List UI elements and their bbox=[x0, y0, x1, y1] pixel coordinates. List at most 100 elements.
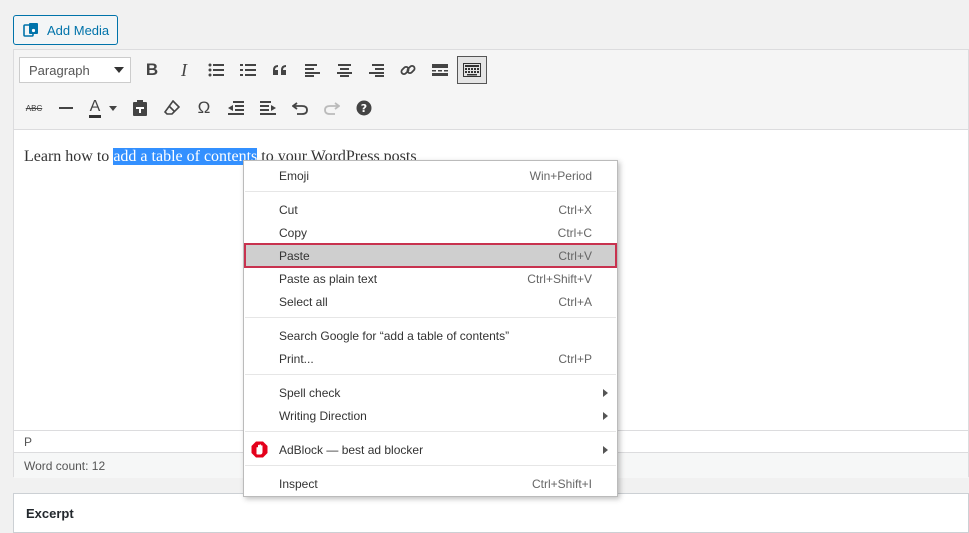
format-select[interactable]: Paragraph bbox=[19, 57, 131, 83]
undo-button[interactable] bbox=[285, 94, 315, 122]
strikethrough-button[interactable]: ABC bbox=[19, 94, 49, 122]
menu-item-label: Emoji bbox=[279, 168, 310, 183]
italic-button[interactable]: I bbox=[169, 56, 199, 84]
indent-button[interactable] bbox=[253, 94, 283, 122]
menu-item-search-google[interactable]: Search Google for “add a table of conten… bbox=[244, 324, 617, 347]
menu-item-label: Paste as plain text bbox=[279, 271, 378, 286]
clear-formatting-button[interactable] bbox=[157, 94, 187, 122]
help-icon: ? bbox=[356, 100, 372, 116]
horizontal-line-icon bbox=[59, 107, 73, 109]
italic-icon: I bbox=[181, 59, 187, 80]
menu-separator bbox=[245, 465, 616, 466]
menu-item-shortcut: Ctrl+Shift+V bbox=[527, 271, 592, 286]
keyboard-icon bbox=[463, 63, 481, 77]
numbered-list-button[interactable] bbox=[233, 56, 263, 84]
format-select-value: Paragraph bbox=[29, 62, 90, 78]
link-button[interactable] bbox=[393, 56, 423, 84]
paste-as-text-button[interactable] bbox=[125, 94, 155, 122]
toolbar-row-1: Paragraph B I bbox=[19, 56, 489, 84]
submenu-arrow-icon bbox=[603, 389, 608, 397]
bullet-list-icon bbox=[208, 63, 224, 77]
blockquote-button[interactable] bbox=[265, 56, 295, 84]
read-more-button[interactable] bbox=[425, 56, 455, 84]
svg-text:?: ? bbox=[361, 102, 367, 115]
menu-item-adblock[interactable]: AdBlock — best ad blocker bbox=[244, 438, 617, 461]
chevron-down-icon bbox=[109, 105, 118, 111]
menu-item-label: Copy bbox=[279, 225, 308, 240]
menu-item-inspect[interactable]: Inspect Ctrl+Shift+I bbox=[244, 472, 617, 495]
menu-item-shortcut: Ctrl+X bbox=[558, 202, 592, 217]
menu-item-label: Writing Direction bbox=[279, 408, 367, 423]
strikethrough-icon: ABC bbox=[25, 103, 43, 113]
align-left-button[interactable] bbox=[297, 56, 327, 84]
outdent-button[interactable] bbox=[221, 94, 251, 122]
bullet-list-button[interactable] bbox=[201, 56, 231, 84]
menu-item-select-all[interactable]: Select all Ctrl+A bbox=[244, 290, 617, 313]
clear-formatting-icon bbox=[164, 100, 180, 115]
text-color-button[interactable]: A bbox=[83, 94, 123, 122]
menu-item-label: Paste bbox=[279, 248, 310, 263]
menu-item-label: Cut bbox=[279, 202, 298, 217]
menu-item-label: Print... bbox=[279, 351, 314, 366]
menu-separator bbox=[245, 374, 616, 375]
menu-separator bbox=[245, 317, 616, 318]
redo-icon bbox=[324, 102, 340, 115]
redo-button[interactable] bbox=[317, 94, 347, 122]
special-character-icon: Ω bbox=[197, 98, 211, 117]
menu-item-label: Spell check bbox=[279, 385, 341, 400]
align-center-button[interactable] bbox=[329, 56, 359, 84]
horizontal-line-button[interactable] bbox=[51, 94, 81, 122]
align-center-icon bbox=[336, 63, 352, 77]
menu-separator bbox=[245, 431, 616, 432]
excerpt-box: Excerpt bbox=[13, 493, 969, 533]
indent-icon bbox=[260, 101, 276, 115]
menu-item-copy[interactable]: Copy Ctrl+C bbox=[244, 221, 617, 244]
add-media-button[interactable]: Add Media bbox=[13, 15, 118, 45]
menu-item-spell-check[interactable]: Spell check bbox=[244, 381, 617, 404]
adblock-icon bbox=[251, 441, 268, 458]
undo-icon bbox=[292, 102, 308, 115]
context-menu: Emoji Win+Period Cut Ctrl+X Copy Ctrl+C … bbox=[243, 160, 618, 497]
paste-as-text-icon bbox=[133, 100, 147, 116]
submenu-arrow-icon bbox=[603, 446, 608, 454]
menu-item-print[interactable]: Print... Ctrl+P bbox=[244, 347, 617, 370]
submenu-arrow-icon bbox=[603, 412, 608, 420]
menu-item-cut[interactable]: Cut Ctrl+X bbox=[244, 198, 617, 221]
menu-item-paste-plain-text[interactable]: Paste as plain text Ctrl+Shift+V bbox=[244, 267, 617, 290]
menu-item-shortcut: Win+Period bbox=[529, 168, 592, 183]
selected-text: add a table of contents bbox=[113, 148, 258, 165]
special-character-button[interactable]: Ω bbox=[189, 94, 219, 122]
menu-item-shortcut: Ctrl+V bbox=[558, 248, 592, 263]
content-text-before: Learn how to bbox=[24, 148, 114, 165]
chevron-down-icon bbox=[114, 67, 124, 73]
menu-item-shortcut: Ctrl+A bbox=[558, 294, 592, 309]
word-count: Word count: 12 bbox=[24, 459, 106, 473]
bold-icon: B bbox=[145, 60, 159, 79]
menu-item-label: AdBlock — best ad blocker bbox=[279, 442, 424, 457]
numbered-list-icon bbox=[240, 64, 256, 76]
element-path[interactable]: P bbox=[24, 435, 32, 449]
toolbar-row-2: ABC A Ω ? bbox=[19, 94, 381, 122]
align-right-button[interactable] bbox=[361, 56, 391, 84]
link-icon bbox=[400, 65, 416, 75]
menu-item-paste[interactable]: Paste Ctrl+V bbox=[244, 243, 617, 268]
menu-item-emoji[interactable]: Emoji Win+Period bbox=[244, 164, 617, 187]
menu-separator bbox=[245, 191, 616, 192]
align-right-icon bbox=[368, 63, 384, 77]
toolbar-toggle-button[interactable] bbox=[457, 56, 487, 84]
outdent-icon bbox=[228, 101, 244, 115]
bold-button[interactable]: B bbox=[137, 56, 167, 84]
excerpt-title[interactable]: Excerpt bbox=[26, 506, 74, 521]
menu-item-label: Inspect bbox=[279, 476, 318, 491]
media-icon bbox=[23, 22, 39, 38]
menu-item-label: Select all bbox=[279, 294, 328, 309]
editor-toolbar: Paragraph B I ABC A Ω ? bbox=[14, 50, 968, 130]
blockquote-icon bbox=[273, 65, 286, 75]
menu-item-label: Search Google for “add a table of conten… bbox=[279, 328, 510, 343]
read-more-icon bbox=[432, 64, 448, 76]
align-left-icon bbox=[304, 63, 320, 77]
menu-item-shortcut: Ctrl+P bbox=[558, 351, 592, 366]
menu-item-shortcut: Ctrl+Shift+I bbox=[531, 476, 592, 491]
help-button[interactable]: ? bbox=[349, 94, 379, 122]
menu-item-writing-direction[interactable]: Writing Direction bbox=[244, 404, 617, 427]
